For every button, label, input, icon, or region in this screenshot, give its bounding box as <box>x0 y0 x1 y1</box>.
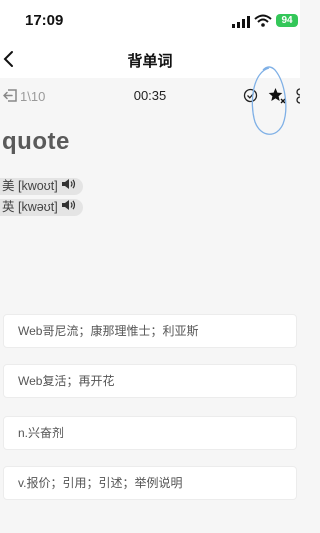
star-favorite-icon[interactable] <box>268 87 286 109</box>
phonetic-us[interactable]: 美 [kwoʊt] <box>0 178 83 195</box>
vocabulary-word: quote <box>2 128 70 155</box>
speaker-icon[interactable] <box>61 199 77 216</box>
page-title: 背单词 <box>127 53 173 70</box>
quiz-toolbar: 1\10 00:35 <box>0 78 304 114</box>
wifi-icon <box>254 14 272 32</box>
phonetic-us-label: 美 [kwoʊt] <box>2 179 58 193</box>
status-time: 17:09 <box>25 12 64 29</box>
check-circle-icon[interactable] <box>243 88 258 108</box>
signal-icon <box>232 15 250 33</box>
speaker-icon[interactable] <box>61 178 77 195</box>
phonetic-uk-label: 英 [kwəʊt] <box>2 200 58 214</box>
phonetic-uk[interactable]: 英 [kwəʊt] <box>0 199 83 216</box>
status-bar: 17:09 94 <box>0 0 300 40</box>
answer-option-4[interactable]: v.报价；引用；引述；举例说明 <box>3 466 297 500</box>
settings-icon[interactable] <box>292 88 304 109</box>
battery-indicator: 94 <box>276 14 298 27</box>
answer-option-3[interactable]: n.兴奋剂 <box>3 416 297 450</box>
nav-bar: 背单词 <box>0 40 300 78</box>
answer-option-1[interactable]: Web哥尼流；康那理惟士；利亚斯 <box>3 314 297 348</box>
answer-option-2[interactable]: Web复活；再开花 <box>3 364 297 398</box>
